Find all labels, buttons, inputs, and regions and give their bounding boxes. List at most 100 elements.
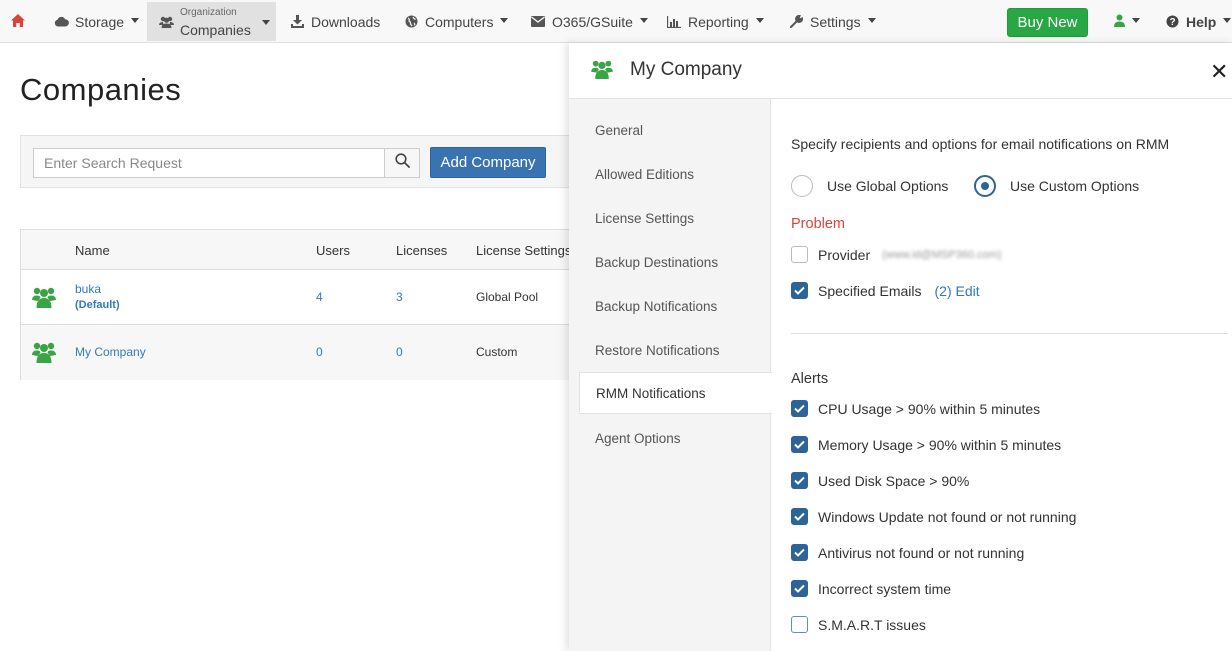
- license-settings-value: Custom: [476, 345, 518, 359]
- page-title: Companies: [20, 72, 182, 107]
- column-header-licenses[interactable]: Licenses: [396, 243, 447, 258]
- column-header-users[interactable]: Users: [316, 243, 350, 258]
- sidenav-item-backup-destinations[interactable]: Backup Destinations: [569, 241, 771, 283]
- nav-o365[interactable]: O365/GSuite: [530, 0, 648, 43]
- sidenav-item-agent-options[interactable]: Agent Options: [569, 417, 771, 459]
- alert-checkbox-row[interactable]: Antivirus not found or not running: [791, 544, 1024, 561]
- chevron-down-icon: [1223, 18, 1232, 23]
- sidenav-item-backup-notifications[interactable]: Backup Notifications: [569, 285, 771, 327]
- nav-organization[interactable]: Organization Companies: [147, 2, 276, 41]
- alert-checkbox[interactable]: [791, 544, 808, 561]
- home-icon: [10, 13, 26, 31]
- specified-emails-checkbox[interactable]: [791, 282, 808, 299]
- alert-checkbox-row[interactable]: Used Disk Space > 90%: [791, 472, 969, 489]
- alert-checkbox[interactable]: [791, 436, 808, 453]
- check-icon: [794, 404, 805, 413]
- check-icon: [794, 584, 805, 593]
- user-icon: [1114, 14, 1125, 30]
- nav-computers[interactable]: Computers: [403, 0, 509, 43]
- alerts-section-title: Alerts: [791, 371, 829, 387]
- alert-checkbox-row[interactable]: CPU Usage > 90% within 5 minutes: [791, 400, 1040, 417]
- envelope-icon: [530, 14, 546, 30]
- table-row[interactable]: buka (Default) 4 3 Global Pool: [21, 270, 581, 325]
- custom-options-radio[interactable]: Use Custom Options: [974, 175, 1139, 197]
- search-panel: Add Company: [20, 135, 580, 188]
- column-header-license-settings[interactable]: License Settings: [476, 243, 571, 258]
- company-name-link[interactable]: buka: [75, 282, 101, 296]
- drawer-header: My Company ✕: [569, 43, 1232, 99]
- specified-emails-checkbox-row[interactable]: Specified Emails (2) Edit: [791, 282, 980, 299]
- check-icon: [794, 286, 805, 295]
- alert-checkbox[interactable]: [791, 616, 808, 633]
- sidenav-item-general[interactable]: General: [569, 109, 771, 151]
- sidenav-item-rmm-notifications[interactable]: RMM Notifications: [579, 372, 772, 414]
- chevron-down-icon: [1132, 18, 1140, 23]
- close-icon[interactable]: ✕: [1210, 59, 1228, 85]
- nav-settings[interactable]: Settings: [788, 0, 876, 43]
- alert-checkbox[interactable]: [791, 508, 808, 525]
- alert-checkbox[interactable]: [791, 400, 808, 417]
- nav-storage-label: Storage: [75, 13, 125, 30]
- alert-checkbox-row[interactable]: S.M.A.R.T issues: [791, 616, 926, 633]
- sidenav-item-allowed-editions[interactable]: Allowed Editions: [569, 153, 771, 195]
- svg-text:?: ?: [1169, 17, 1175, 28]
- alert-checkbox-row[interactable]: Memory Usage > 90% within 5 minutes: [791, 436, 1061, 453]
- radio-button-custom[interactable]: [974, 175, 996, 197]
- search-input[interactable]: [33, 148, 385, 178]
- chevron-down-icon: [867, 18, 876, 23]
- users-count-link[interactable]: 4: [316, 290, 323, 304]
- table-header: Name Users Licenses License Settings: [21, 230, 581, 270]
- alert-label: S.M.A.R.T issues: [818, 616, 926, 633]
- alert-label: Incorrect system time: [818, 580, 952, 597]
- settings-sidenav: General Allowed Editions License Setting…: [569, 99, 772, 651]
- alert-label: CPU Usage > 90% within 5 minutes: [818, 400, 1041, 417]
- licenses-count-link[interactable]: 3: [396, 290, 403, 304]
- alert-checkbox[interactable]: [791, 580, 808, 597]
- provider-label: Provider: [818, 246, 871, 263]
- license-settings-value: Global Pool: [476, 290, 539, 304]
- licenses-count-link[interactable]: 0: [396, 345, 403, 359]
- sidenav-item-restore-notifications[interactable]: Restore Notifications: [569, 329, 771, 371]
- drawer-title: My Company: [630, 59, 742, 80]
- alert-label: Antivirus not found or not running: [818, 544, 1025, 561]
- download-icon: [289, 14, 305, 30]
- nav-storage[interactable]: Storage: [53, 0, 140, 43]
- nav-downloads[interactable]: Downloads: [289, 0, 380, 43]
- global-options-radio[interactable]: Use Global Options: [791, 175, 948, 197]
- home-button[interactable]: [10, 0, 26, 43]
- alert-checkbox[interactable]: [791, 472, 808, 489]
- sidenav-item-license-settings[interactable]: License Settings: [569, 197, 771, 239]
- nav-downloads-label: Downloads: [311, 13, 381, 30]
- chevron-down-icon: [262, 20, 270, 25]
- nav-reporting-label: Reporting: [688, 13, 749, 30]
- radio-button-global[interactable]: [791, 175, 813, 197]
- bar-chart-icon: [666, 14, 682, 30]
- alert-label: Windows Update not found or not running: [818, 508, 1077, 525]
- users-count-link[interactable]: 0: [316, 345, 323, 359]
- company-settings-drawer: My Company ✕ General Allowed Editions Li…: [569, 43, 1232, 651]
- alert-checkbox-row[interactable]: Windows Update not found or not running: [791, 508, 1076, 525]
- user-menu[interactable]: [1114, 0, 1140, 43]
- provider-checkbox[interactable]: [791, 246, 808, 263]
- provider-checkbox-row[interactable]: Provider (www.id@MSP360.com): [791, 246, 1002, 263]
- nav-settings-label: Settings: [810, 13, 861, 30]
- company-icon: [32, 342, 56, 368]
- alert-checkbox-row[interactable]: Incorrect system time: [791, 580, 951, 597]
- panel-description: Specify recipients and options for email…: [791, 136, 1170, 152]
- companies-table: Name Users Licenses License Settings buk…: [20, 229, 581, 380]
- column-header-name[interactable]: Name: [75, 243, 110, 258]
- edit-emails-link[interactable]: (2) Edit: [935, 283, 980, 299]
- check-icon: [794, 476, 805, 485]
- cloud-icon: [53, 14, 69, 30]
- company-name-link[interactable]: My Company: [75, 345, 146, 359]
- nav-reporting[interactable]: Reporting: [666, 0, 764, 43]
- check-icon: [794, 512, 805, 521]
- table-row[interactable]: My Company 0 0 Custom: [21, 325, 581, 380]
- buy-new-button[interactable]: Buy New: [1007, 8, 1088, 37]
- users-icon: [159, 15, 174, 33]
- add-company-button[interactable]: Add Company: [430, 147, 546, 178]
- search-button[interactable]: [384, 148, 420, 178]
- rmm-notifications-panel: Specify recipients and options for email…: [771, 99, 1232, 651]
- nav-help[interactable]: ? Help: [1164, 0, 1232, 43]
- wrench-icon: [788, 14, 804, 30]
